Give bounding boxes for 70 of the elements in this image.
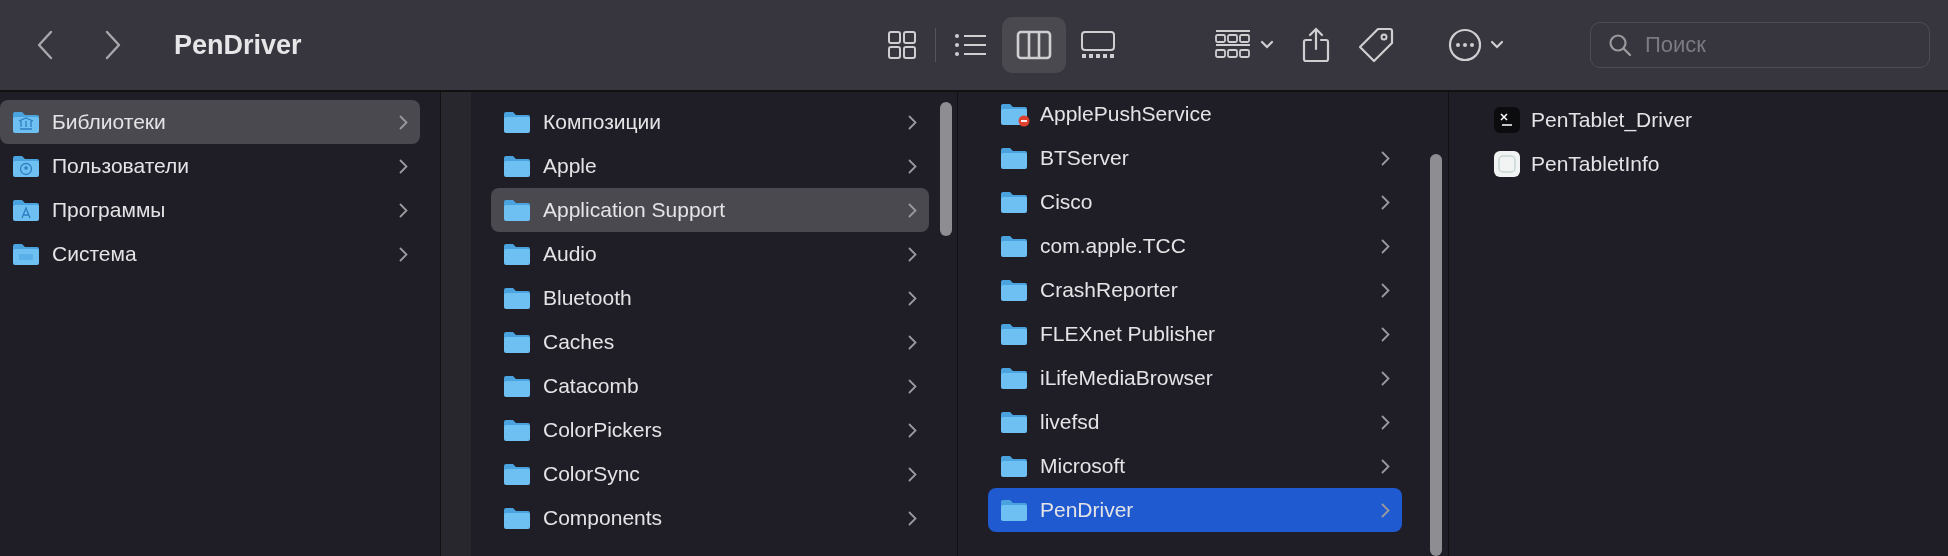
file-row[interactable]: BTServer — [988, 136, 1402, 180]
caret-icon — [1490, 40, 1504, 50]
app-icon — [1493, 106, 1521, 134]
scrollbar[interactable] — [940, 102, 952, 236]
file-row[interactable]: PenTablet_Driver — [1481, 98, 1921, 142]
file-row[interactable]: CrashReporter — [988, 268, 1402, 312]
file-row[interactable]: Программы — [0, 188, 420, 232]
folder-icon — [1000, 409, 1030, 435]
folder-icon — [503, 153, 533, 179]
folder-icon — [1000, 497, 1030, 523]
folder-icon — [1000, 101, 1030, 127]
forward-icon — [104, 30, 122, 60]
folder-icon — [503, 241, 533, 267]
file-row[interactable]: Cisco — [988, 180, 1402, 224]
file-row[interactable]: PenDriver — [988, 488, 1402, 532]
folder-icon — [1000, 189, 1030, 215]
folder-icon — [1000, 453, 1030, 479]
more-icon — [1448, 28, 1482, 62]
file-row[interactable]: Application Support — [491, 188, 929, 232]
file-row[interactable]: Apple — [491, 144, 929, 188]
folder-icon — [503, 373, 533, 399]
file-row[interactable]: livefsd — [988, 400, 1402, 444]
file-row[interactable]: com.apple.TCC — [988, 224, 1402, 268]
folder-icon — [1000, 277, 1030, 303]
folder-icon — [503, 505, 533, 531]
folder-icon — [503, 329, 533, 355]
group-icon — [1214, 29, 1252, 61]
folder-icon — [12, 153, 42, 179]
scrollbar[interactable] — [1430, 154, 1442, 556]
back-icon — [36, 30, 54, 60]
file-row[interactable]: Система — [0, 232, 420, 276]
list-view-icon — [954, 32, 988, 58]
file-row[interactable]: ApplePushService — [988, 92, 1402, 136]
file-row[interactable]: ColorPickers — [491, 408, 929, 452]
file-icon — [1493, 150, 1521, 178]
file-row[interactable]: Bluetooth — [491, 276, 929, 320]
folder-icon — [1000, 233, 1030, 259]
tag-icon — [1358, 27, 1394, 63]
folder-icon — [503, 417, 533, 443]
column-view-icon — [1016, 30, 1052, 60]
search-icon — [1608, 33, 1632, 57]
file-row[interactable]: FLEXnet Publisher — [988, 312, 1402, 356]
file-row[interactable]: ColorSync — [491, 452, 929, 496]
file-row[interactable]: PenTabletInfo — [1481, 142, 1921, 186]
folder-icon — [12, 241, 42, 267]
file-row[interactable]: Audio — [491, 232, 929, 276]
file-row[interactable]: Композиции — [491, 100, 929, 144]
file-row[interactable]: Caches — [491, 320, 929, 364]
file-row[interactable]: iLifeMediaBrowser — [988, 356, 1402, 400]
file-row[interactable]: Microsoft — [988, 444, 1402, 488]
file-row[interactable]: Пользователи — [0, 144, 420, 188]
search-field[interactable]: Поиск — [1590, 22, 1930, 68]
gallery-view-icon — [1080, 30, 1116, 60]
caret-icon — [1260, 40, 1274, 50]
file-row[interactable]: Components — [491, 496, 929, 540]
grid-view-icon — [887, 30, 917, 60]
folder-icon — [12, 197, 42, 223]
window-title: PenDriver — [174, 29, 302, 61]
folder-icon — [503, 197, 533, 223]
folder-icon — [1000, 321, 1030, 347]
share-icon — [1302, 27, 1330, 63]
folder-icon — [503, 109, 533, 135]
folder-icon — [12, 109, 42, 135]
file-row[interactable]: Библиотеки — [0, 100, 420, 144]
folder-icon — [1000, 365, 1030, 391]
folder-icon — [503, 461, 533, 487]
folder-icon — [1000, 145, 1030, 171]
view-mode-button[interactable] — [1002, 17, 1066, 73]
folder-icon — [503, 285, 533, 311]
file-row[interactable]: Catacomb — [491, 364, 929, 408]
